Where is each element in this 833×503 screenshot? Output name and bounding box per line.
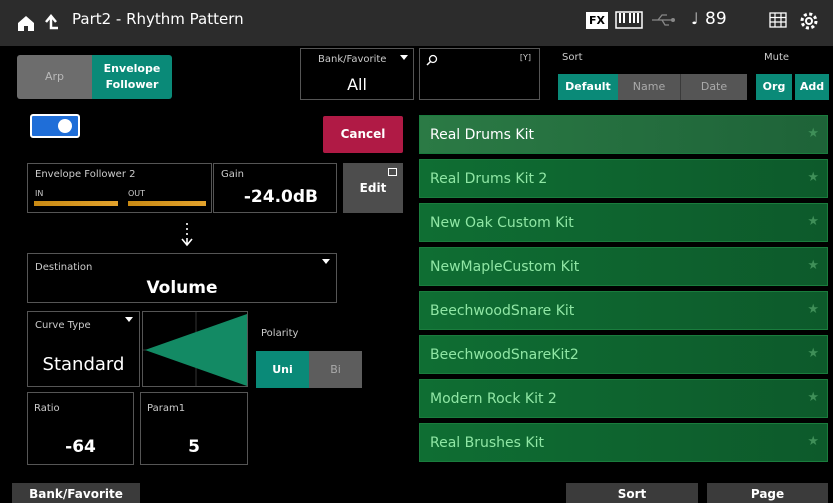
list-item[interactable]: Real Brushes Kit ★ xyxy=(419,423,828,462)
fx-badge: FX xyxy=(586,12,608,29)
bank-favorite-tab[interactable]: Bank/Favorite xyxy=(12,483,140,503)
list-item[interactable]: NewMapleCustom Kit ★ xyxy=(419,247,828,286)
bank-favorite-label: Bank/Favorite xyxy=(318,54,387,65)
back-icon[interactable] xyxy=(42,12,60,34)
note-icon: ♩ xyxy=(691,9,699,28)
list-item[interactable]: BeechwoodSnareKit2 ★ xyxy=(419,335,828,374)
chevron-down-icon xyxy=(322,259,330,264)
envelope-follower-switch[interactable] xyxy=(30,114,80,138)
cancel-button[interactable]: Cancel xyxy=(323,116,403,153)
popup-icon xyxy=(388,168,397,176)
rhythm-pattern-list: Real Drums Kit ★ Real Drums Kit 2 ★ New … xyxy=(419,115,828,467)
list-item[interactable]: BeechwoodSnare Kit ★ xyxy=(419,291,828,330)
chevron-down-icon xyxy=(400,55,408,60)
star-icon[interactable]: ★ xyxy=(807,346,819,361)
star-icon[interactable]: ★ xyxy=(807,302,819,317)
arrow-down-icon xyxy=(181,223,193,247)
tab-envelope-label-2: Follower xyxy=(105,78,159,91)
list-item[interactable]: Modern Rock Kit 2 ★ xyxy=(419,379,828,418)
ratio-label: Ratio xyxy=(34,403,60,414)
list-item-name: New Oak Custom Kit xyxy=(430,215,574,231)
param1-label: Param1 xyxy=(147,403,186,414)
bank-favorite-select[interactable]: Bank/Favorite All xyxy=(300,48,414,100)
list-item-name: Real Drums Kit 2 xyxy=(430,171,548,187)
curve-type-label: Curve Type xyxy=(35,320,91,331)
star-icon[interactable]: ★ xyxy=(807,170,819,185)
keyboard-icon xyxy=(615,11,643,29)
param1-control[interactable]: Param1 5 xyxy=(140,392,248,465)
edit-label: Edit xyxy=(359,181,387,195)
out-meter-label: OUT xyxy=(128,189,146,198)
curve-shape xyxy=(143,312,247,386)
search-icon xyxy=(426,54,438,66)
search-input[interactable]: [Y] xyxy=(419,48,540,100)
mute-org-button[interactable]: Org xyxy=(756,74,792,100)
destination-select[interactable]: Destination Volume xyxy=(27,253,337,303)
polarity-label: Polarity xyxy=(261,328,299,339)
tab-arp[interactable]: Arp xyxy=(17,55,92,99)
list-item-name: BeechwoodSnareKit2 xyxy=(430,347,579,363)
star-icon[interactable]: ★ xyxy=(807,390,819,405)
ratio-control[interactable]: Ratio -64 xyxy=(27,392,134,465)
list-item[interactable]: Real Drums Kit 2 ★ xyxy=(419,159,828,198)
envelope-follower-meter[interactable]: Envelope Follower 2 IN OUT xyxy=(27,163,212,213)
envelope-follower-label: Envelope Follower 2 xyxy=(35,169,136,180)
list-item-name: NewMapleCustom Kit xyxy=(430,259,580,275)
star-icon[interactable]: ★ xyxy=(807,214,819,229)
param1-value: 5 xyxy=(188,437,200,457)
list-item-name: Modern Rock Kit 2 xyxy=(430,391,557,407)
in-meter-label: IN xyxy=(35,189,44,198)
list-item[interactable]: Real Drums Kit ★ xyxy=(419,115,828,154)
tab-envelope-label-1: Envelope xyxy=(103,62,161,75)
chevron-down-icon xyxy=(125,317,133,322)
top-bar: Part2 - Rhythm Pattern FX ♩ 89 xyxy=(0,0,833,46)
in-level-meter xyxy=(34,201,118,206)
mute-add-button[interactable]: Add xyxy=(795,74,829,100)
sort-tab[interactable]: Sort xyxy=(566,483,698,503)
bank-favorite-value: All xyxy=(347,75,367,94)
polarity-uni-button[interactable]: Uni xyxy=(256,351,309,388)
out-level-meter xyxy=(128,201,206,206)
star-icon[interactable]: ★ xyxy=(807,434,819,449)
ratio-value: -64 xyxy=(65,437,96,457)
page-tab[interactable]: Page xyxy=(707,483,828,503)
usb-icon xyxy=(652,14,675,26)
sort-date-button[interactable]: Date xyxy=(680,74,747,100)
list-item-name: Real Drums Kit xyxy=(430,127,534,143)
destination-label: Destination xyxy=(35,262,93,273)
curve-graph xyxy=(142,311,248,387)
search-keyboard-icon: [Y] xyxy=(519,53,531,62)
switch-knob xyxy=(58,119,72,133)
curve-type-select[interactable]: Curve Type Standard xyxy=(27,311,140,387)
list-item-name: Real Brushes Kit xyxy=(430,435,544,451)
gear-icon[interactable] xyxy=(799,11,819,31)
edit-button[interactable]: Edit xyxy=(343,163,403,213)
curve-type-value: Standard xyxy=(42,354,125,375)
sort-label: Sort xyxy=(562,52,583,63)
tab-envelope-follower[interactable]: Envelope Follower xyxy=(92,55,172,99)
star-icon[interactable]: ★ xyxy=(807,126,819,141)
star-icon[interactable]: ★ xyxy=(807,258,819,273)
home-icon[interactable] xyxy=(16,13,36,33)
mute-label: Mute xyxy=(764,52,790,63)
tempo-value[interactable]: 89 xyxy=(705,9,727,29)
destination-value: Volume xyxy=(146,278,218,298)
page-title: Part2 - Rhythm Pattern xyxy=(72,10,244,28)
grid-icon[interactable] xyxy=(769,12,787,28)
gain-label: Gain xyxy=(221,169,244,180)
list-item[interactable]: New Oak Custom Kit ★ xyxy=(419,203,828,242)
gain-value: -24.0dB xyxy=(243,187,318,207)
sort-default-button[interactable]: Default xyxy=(558,74,618,100)
gain-control[interactable]: Gain -24.0dB xyxy=(213,163,337,213)
list-item-name: BeechwoodSnare Kit xyxy=(430,303,575,319)
polarity-bi-button[interactable]: Bi xyxy=(309,351,362,388)
sort-name-button[interactable]: Name xyxy=(618,74,680,100)
